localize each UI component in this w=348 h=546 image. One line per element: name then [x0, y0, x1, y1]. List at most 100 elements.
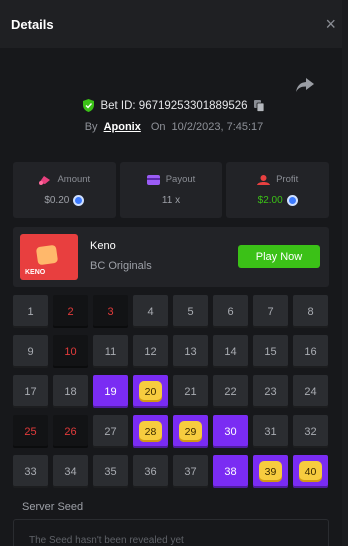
game-name: Keno — [90, 240, 116, 252]
keno-cell-number: 35 — [104, 465, 117, 478]
keno-cell-number: 14 — [224, 345, 237, 358]
keno-grid: 1 2 3 4 5 6 7 8 9 10 11 12 13 14 15 16 17 18 19 20 21 22 23 24 2… — [13, 295, 329, 488]
keno-cell-number: 33 — [24, 465, 37, 478]
share-icon[interactable] — [296, 78, 314, 92]
keno-cell: 34 — [53, 455, 88, 488]
keno-cell-number: 22 — [224, 385, 237, 398]
keno-cell: 29 — [173, 415, 208, 448]
keno-cell-number: 23 — [264, 385, 277, 398]
keno-cell-number: 24 — [304, 385, 317, 398]
amount-icon — [39, 175, 51, 185]
modal-title: Details — [11, 16, 54, 32]
keno-cell: 4 — [133, 295, 168, 328]
keno-cell-number: 6 — [227, 305, 234, 318]
profit-label: Profit — [276, 174, 299, 185]
coin-icon — [73, 195, 85, 206]
payout-icon — [146, 174, 160, 185]
keno-cell: 6 — [213, 295, 248, 328]
keno-cell-number: 9 — [27, 345, 34, 358]
bet-meta-row: By Aponix On 10/2/2023, 7:45:17 — [0, 121, 348, 133]
keno-cell: 20 — [133, 375, 168, 408]
keno-cell: 17 — [13, 375, 48, 408]
keno-thumbnail[interactable]: KENO — [20, 234, 78, 280]
game-provider: BC Originals — [90, 260, 152, 272]
keno-cell: 9 — [13, 335, 48, 368]
server-seed-text: The Seed hasn't been revealed yet — [29, 535, 184, 546]
keno-cell-number: 34 — [64, 465, 77, 478]
keno-cell-number: 4 — [147, 305, 154, 318]
payout-stat: Payout 11 x — [119, 162, 223, 218]
keno-cell: 31 — [253, 415, 288, 448]
game-card: KENO Keno BC Originals Play Now — [13, 227, 329, 287]
keno-cell-number: 2 — [67, 305, 74, 318]
scrollbar[interactable] — [342, 0, 348, 546]
keno-cell-number: 20 — [139, 381, 162, 402]
profit-stat: Profit $2.00 — [226, 162, 330, 218]
keno-cell: 13 — [173, 335, 208, 368]
keno-cell-number: 37 — [184, 465, 197, 478]
keno-cell: 2 — [53, 295, 88, 328]
keno-cell: 32 — [293, 415, 328, 448]
keno-cell-number: 40 — [299, 461, 322, 482]
keno-cell: 39 — [253, 455, 288, 488]
on-label: On — [150, 121, 166, 133]
copy-icon[interactable] — [253, 99, 265, 112]
keno-cell: 14 — [213, 335, 248, 368]
keno-cell-number: 15 — [264, 345, 277, 358]
keno-cell: 30 — [213, 415, 248, 448]
keno-cell: 26 — [53, 415, 88, 448]
keno-cell-number: 19 — [104, 385, 117, 398]
keno-cell: 38 — [213, 455, 248, 488]
keno-cell-number: 30 — [224, 425, 237, 438]
amount-stat: Amount $0.20 — [13, 162, 116, 218]
payout-value: 11 x — [161, 195, 181, 206]
keno-cell-number: 25 — [24, 425, 37, 438]
keno-cell: 19 — [93, 375, 128, 408]
keno-cell: 8 — [293, 295, 328, 328]
keno-cell-number: 5 — [187, 305, 194, 318]
keno-cell-number: 3 — [107, 305, 114, 318]
username-link[interactable]: Aponix — [104, 121, 141, 133]
keno-cell-number: 1 — [27, 305, 34, 318]
keno-cell: 23 — [253, 375, 288, 408]
keno-cell-number: 12 — [144, 345, 157, 358]
close-icon[interactable]: × — [325, 15, 336, 33]
profit-value: $2.00 — [257, 195, 283, 206]
keno-cell-number: 39 — [259, 461, 282, 482]
shield-check-icon — [83, 99, 95, 112]
modal-header: Details × — [0, 0, 348, 48]
keno-cell: 33 — [13, 455, 48, 488]
bet-id-row: Bet ID: 96719253301889526 — [0, 99, 348, 112]
server-seed-box: The Seed hasn't been revealed yet — [13, 519, 329, 546]
payout-label: Payout — [165, 174, 196, 185]
coin-icon — [286, 195, 298, 206]
amount-value: $0.20 — [44, 195, 70, 206]
keno-cell: 11 — [93, 335, 128, 368]
play-now-button[interactable]: Play Now — [238, 245, 320, 268]
keno-cell: 21 — [173, 375, 208, 408]
keno-cell-number: 10 — [64, 345, 77, 358]
profit-icon — [257, 174, 271, 185]
keno-cell: 16 — [293, 335, 328, 368]
keno-cell: 36 — [133, 455, 168, 488]
server-seed-label: Server Seed — [22, 501, 84, 513]
keno-cell-number: 28 — [139, 421, 162, 442]
bet-stats: Amount $0.20 Payout 11 x Profit $2.00 — [13, 162, 330, 218]
keno-cell: 35 — [93, 455, 128, 488]
keno-cell-number: 17 — [24, 385, 37, 398]
keno-cell-number: 18 — [64, 385, 77, 398]
keno-cell: 18 — [53, 375, 88, 408]
keno-cell-number: 26 — [64, 425, 77, 438]
keno-cell: 12 — [133, 335, 168, 368]
keno-cell: 22 — [213, 375, 248, 408]
keno-cell: 40 — [293, 455, 328, 488]
thumbnail-tag: KENO — [25, 269, 46, 276]
keno-cell-number: 13 — [184, 345, 197, 358]
keno-cell: 25 — [13, 415, 48, 448]
keno-cell-number: 7 — [267, 305, 274, 318]
dice-icon — [35, 244, 59, 266]
keno-cell-number: 21 — [184, 385, 197, 398]
keno-cell: 15 — [253, 335, 288, 368]
keno-cell-number: 36 — [144, 465, 157, 478]
bet-id: Bet ID: 96719253301889526 — [100, 99, 248, 112]
